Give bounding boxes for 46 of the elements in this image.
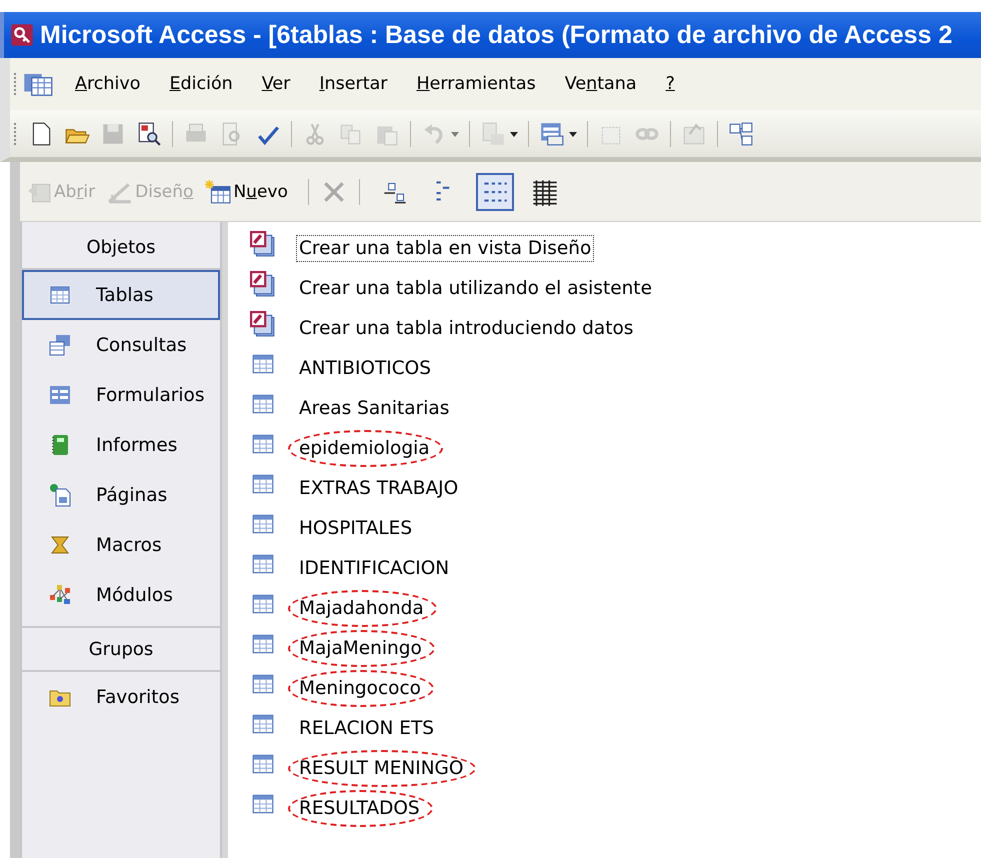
list-item[interactable]: Areas Sanitarias [296, 394, 452, 422]
list-item[interactable]: RESULTADOS [296, 794, 423, 822]
object-type-item[interactable]: Páginas [22, 470, 220, 520]
new-button[interactable]: Nuevo [205, 180, 288, 204]
menu-item[interactable]: Ventana [564, 74, 637, 94]
form-icon[interactable] [539, 120, 565, 146]
list-item[interactable]: RELACION ETS [296, 714, 437, 742]
object-type-item[interactable]: Consultas [22, 320, 220, 370]
form-icon [48, 383, 72, 407]
menu-item[interactable]: ? [666, 74, 675, 94]
list-item[interactable]: Crear una tabla en vista Diseño [296, 234, 594, 262]
list-item[interactable]: Majadahonda [296, 594, 427, 622]
list-item[interactable]: Meningococo [296, 674, 424, 702]
wizard-icon [250, 231, 276, 257]
object-type-item[interactable]: Formularios [22, 370, 220, 420]
menu-item[interactable]: Ver [262, 74, 290, 94]
list-item[interactable]: ANTIBIOTICOS [296, 354, 434, 382]
group-item[interactable]: Favoritos [22, 672, 220, 722]
list-item[interactable]: HOSPITALES [296, 514, 416, 542]
object-type-item[interactable]: Módulos [22, 570, 220, 620]
section-header[interactable]: Grupos [22, 626, 220, 672]
menu-item[interactable]: Archivo [75, 74, 140, 94]
new-table-icon [205, 180, 232, 204]
document-search-icon[interactable] [136, 120, 162, 146]
list-item[interactable]: RESULT MENINGO [296, 754, 466, 782]
wizard-icon [250, 311, 276, 337]
list-item[interactable]: epidemiologia [296, 434, 433, 462]
key-icon [10, 23, 34, 47]
modules-icon [48, 583, 72, 607]
object-type-item[interactable]: Informes [22, 420, 220, 470]
menu-item[interactable]: Insertar [319, 74, 388, 94]
list-item[interactable]: Crear una tabla introduciendo datos [296, 314, 636, 342]
list-item[interactable]: EXTRAS TRABAJO [296, 474, 462, 502]
list-view-icon[interactable] [476, 172, 514, 210]
object-type-item[interactable]: Macros [22, 520, 220, 570]
window-title: Microsoft Access - [6tablas : Base de datos (Formato de archivo de Access 2 [40, 20, 952, 50]
list-item[interactable]: MajaMeningo [296, 634, 425, 662]
page-icon [48, 483, 72, 507]
query-icon [48, 333, 72, 357]
menu-item[interactable]: Edición [169, 74, 233, 94]
relationships-icon[interactable] [728, 120, 754, 146]
list-item[interactable]: IDENTIFICACION [296, 554, 452, 582]
list-item[interactable]: Crear una tabla utilizando el asistente [296, 274, 655, 302]
wizard-icon [250, 271, 276, 297]
object-type-item[interactable]: Tablas [22, 270, 220, 320]
menu-item[interactable]: Herramientas [416, 74, 536, 94]
